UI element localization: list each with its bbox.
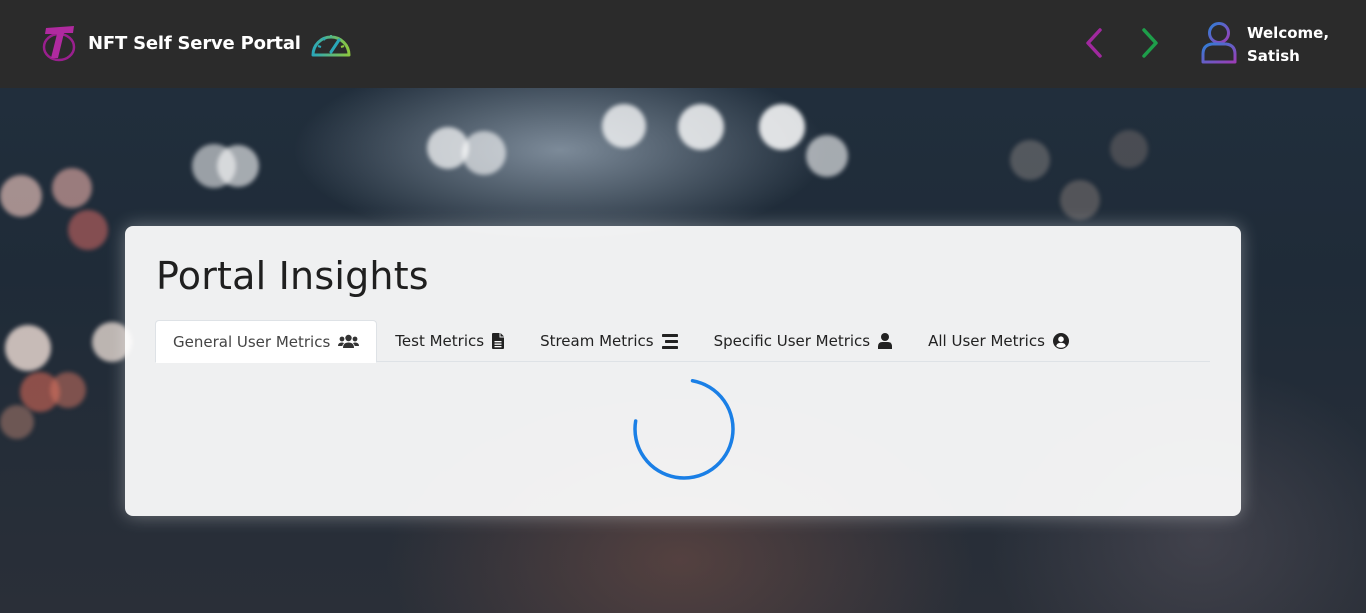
tab-label: General User Metrics — [173, 332, 331, 351]
users-icon — [338, 334, 360, 348]
document-icon — [492, 333, 505, 349]
page-title: Portal Insights — [156, 254, 429, 298]
stream-bars-icon — [661, 333, 678, 349]
top-header: NFT Self Serve Portal Welcome, Satish — [0, 0, 1366, 88]
tab-label: Test Metrics — [395, 332, 485, 350]
tab-label: All User Metrics — [928, 332, 1045, 350]
metrics-tabs: General User Metrics Test Metrics Stream — [155, 320, 1210, 363]
telstra-logo[interactable] — [42, 22, 78, 64]
tab-stream-metrics[interactable]: Stream Metrics — [522, 320, 696, 362]
welcome-username: Satish — [1247, 47, 1300, 65]
speedometer-icon[interactable] — [309, 27, 353, 59]
tab-all-user-metrics[interactable]: All User Metrics — [910, 320, 1087, 362]
welcome-text: Welcome, Satish — [1247, 22, 1329, 68]
app-title[interactable]: NFT Self Serve Portal — [88, 33, 301, 54]
loading-spinner — [633, 378, 735, 480]
welcome-greeting: Welcome, — [1247, 24, 1330, 42]
user-outline-icon[interactable] — [1200, 21, 1238, 65]
tab-test-metrics[interactable]: Test Metrics — [377, 320, 522, 362]
user-icon — [878, 333, 893, 349]
user-circle-icon — [1052, 333, 1069, 349]
portal-insights-card: Portal Insights General User Metrics Tes… — [125, 226, 1241, 516]
chevron-right-icon[interactable] — [1138, 26, 1162, 60]
tab-general-user-metrics[interactable]: General User Metrics — [155, 320, 378, 363]
tab-label: Specific User Metrics — [713, 332, 871, 350]
tab-label: Stream Metrics — [540, 332, 654, 350]
tab-specific-user-metrics[interactable]: Specific User Metrics — [696, 320, 911, 362]
chevron-left-icon[interactable] — [1082, 26, 1106, 60]
